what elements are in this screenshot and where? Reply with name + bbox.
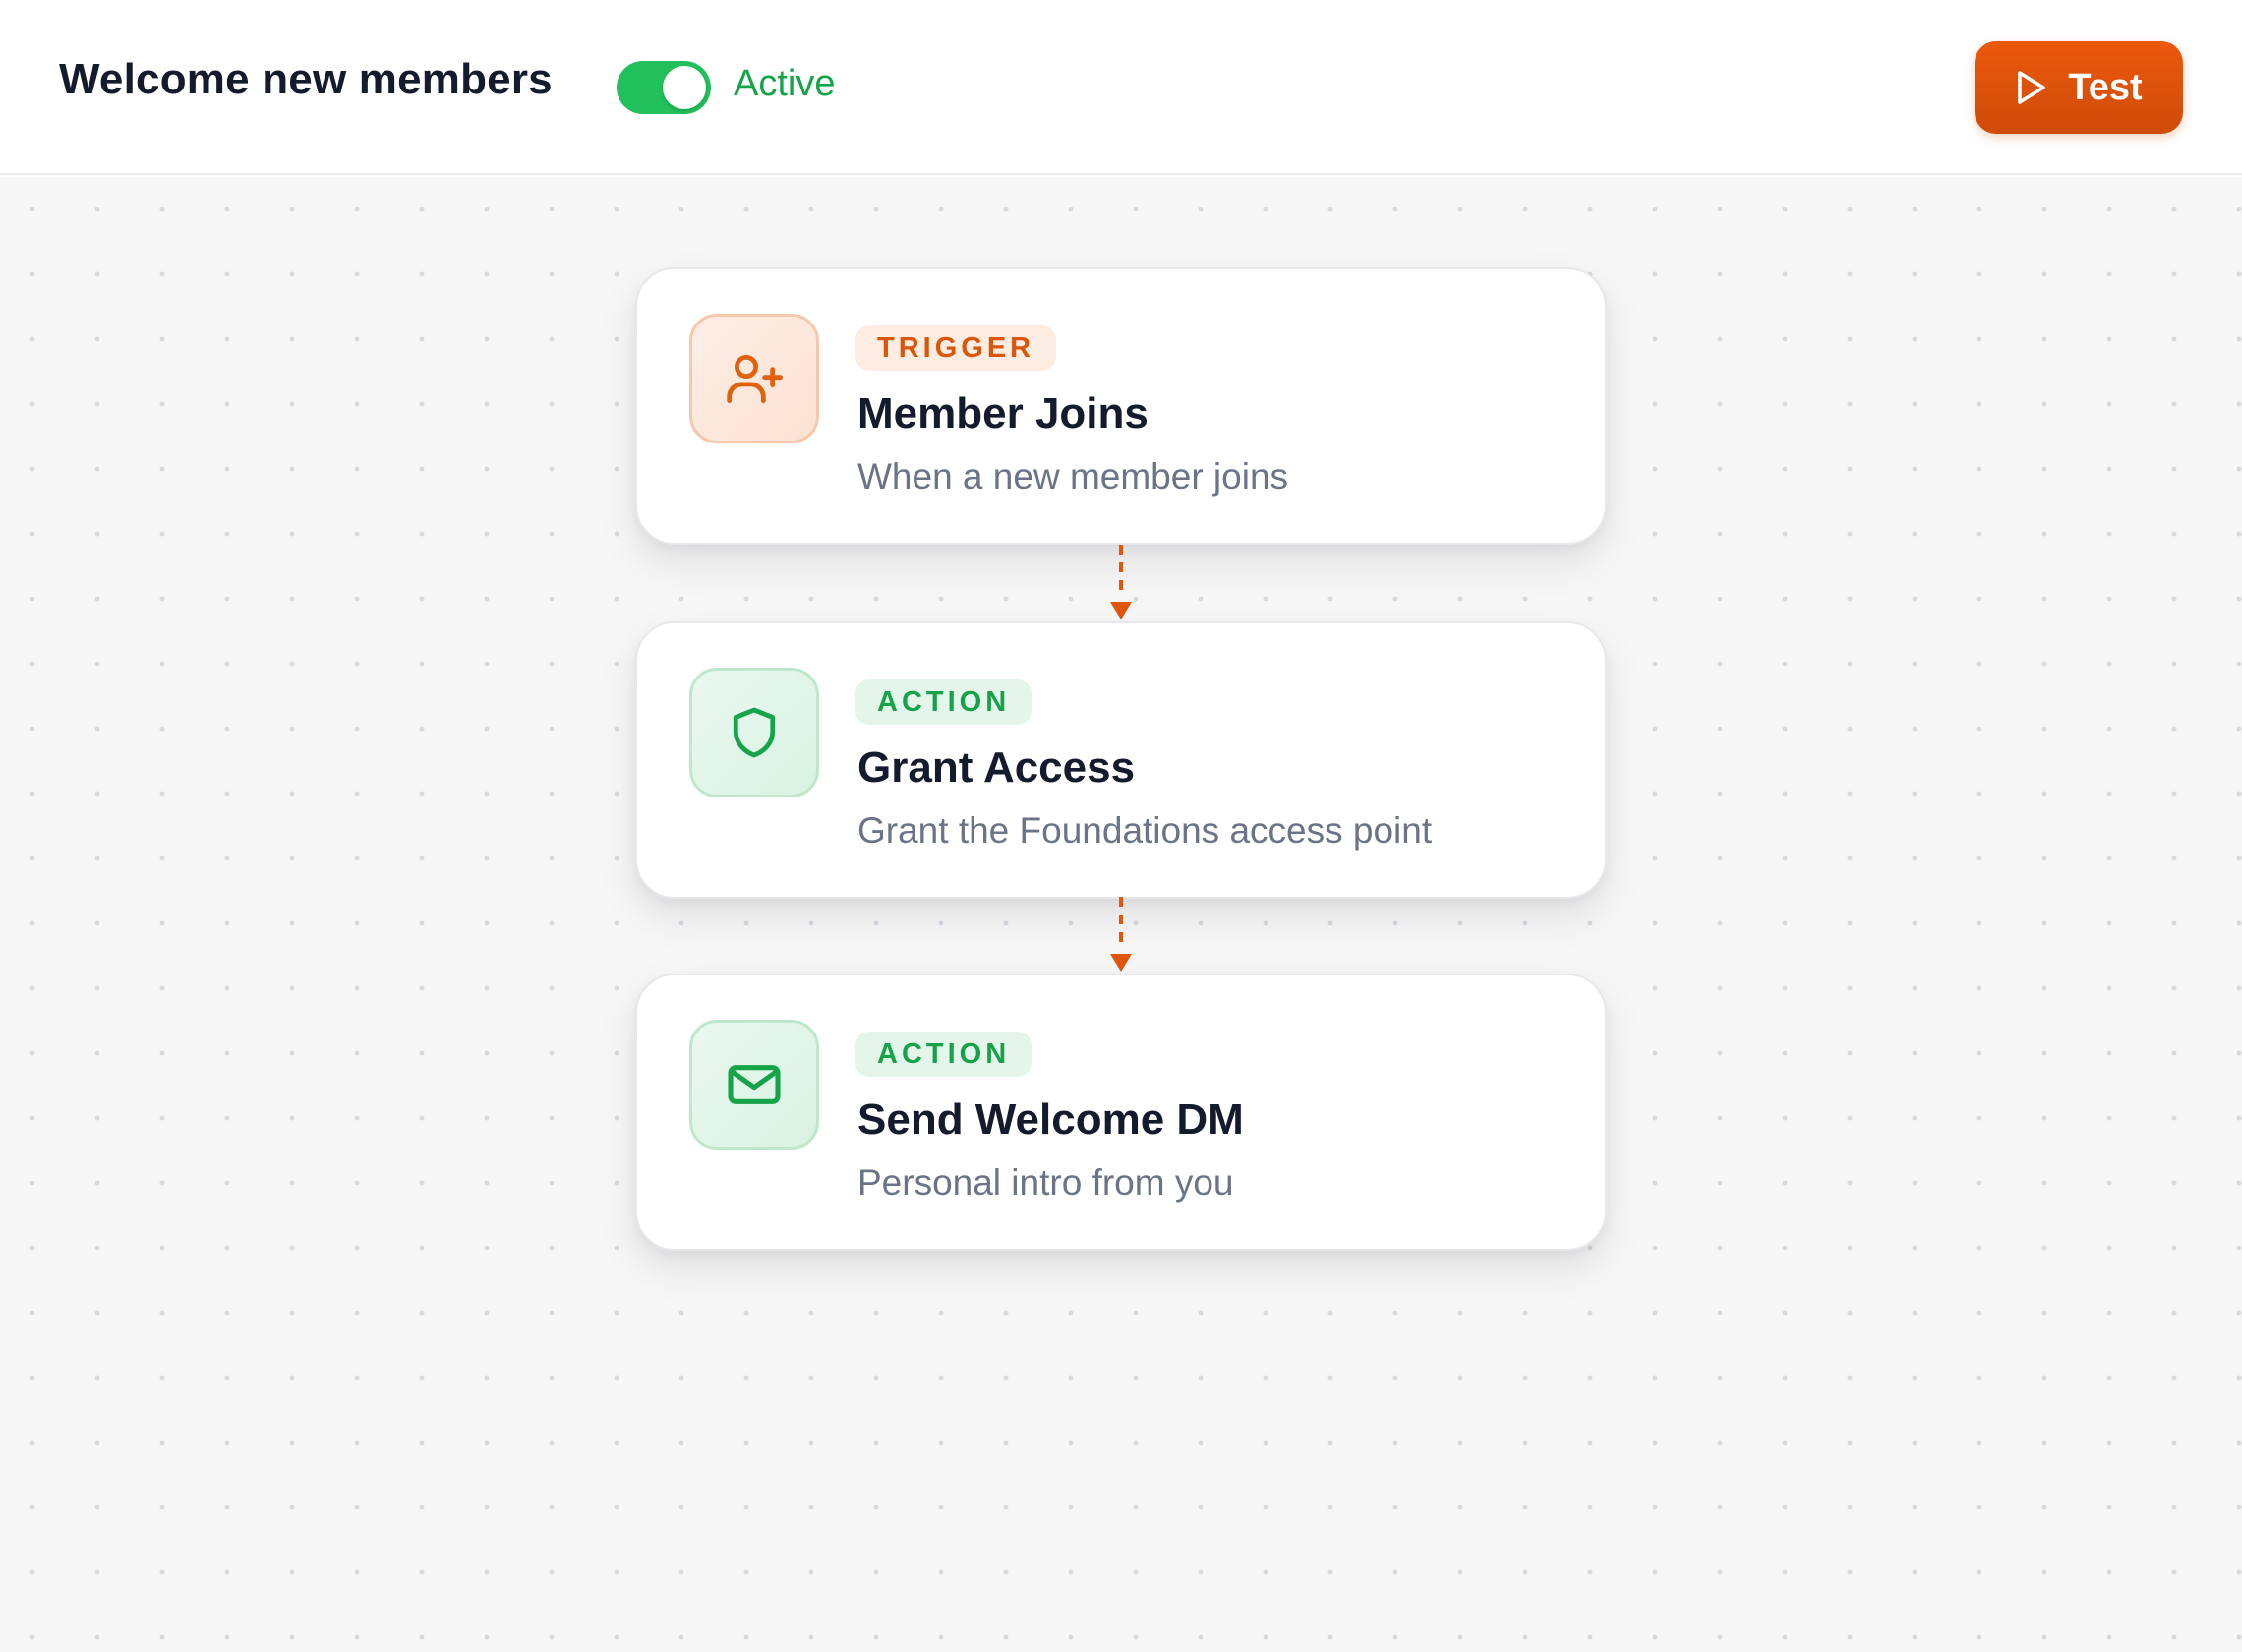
shield-icon <box>733 707 776 758</box>
trigger-icon-box <box>689 314 819 443</box>
mail-icon <box>728 1065 781 1104</box>
node-description: When a new member joins <box>857 456 1289 497</box>
flow-connector-arrow <box>1110 897 1132 972</box>
node-title: Grant Access <box>857 743 1136 792</box>
workflow-title[interactable]: Welcome new members <box>59 55 553 104</box>
user-plus-icon <box>727 355 784 404</box>
node-type-badge: TRIGGER <box>856 325 1057 371</box>
action-icon-box <box>689 668 819 797</box>
node-description: Personal intro from you <box>857 1162 1234 1203</box>
node-title: Member Joins <box>857 389 1149 438</box>
node-description: Grant the Foundations access point <box>857 810 1433 851</box>
flow-connector-arrow <box>1110 545 1132 620</box>
node-title: Send Welcome DM <box>857 1095 1244 1144</box>
action-node-grant-access[interactable]: ACTION Grant Access Grant the Foundation… <box>635 621 1607 899</box>
active-toggle[interactable] <box>617 61 711 114</box>
test-button[interactable]: Test <box>1975 41 2183 134</box>
toggle-knob <box>663 66 706 109</box>
top-bar: Welcome new members Active Test <box>0 0 2242 175</box>
action-icon-box <box>689 1020 819 1150</box>
workflow-canvas[interactable]: TRIGGER Member Joins When a new member j… <box>0 177 2242 1652</box>
node-type-badge: ACTION <box>856 1032 1032 1077</box>
play-icon <box>2018 71 2046 104</box>
trigger-node-member-joins[interactable]: TRIGGER Member Joins When a new member j… <box>635 267 1607 545</box>
test-button-label: Test <box>2068 66 2143 108</box>
node-type-badge: ACTION <box>856 679 1032 725</box>
status-label: Active <box>734 63 836 104</box>
action-node-send-welcome-dm[interactable]: ACTION Send Welcome DM Personal intro fr… <box>635 974 1607 1251</box>
